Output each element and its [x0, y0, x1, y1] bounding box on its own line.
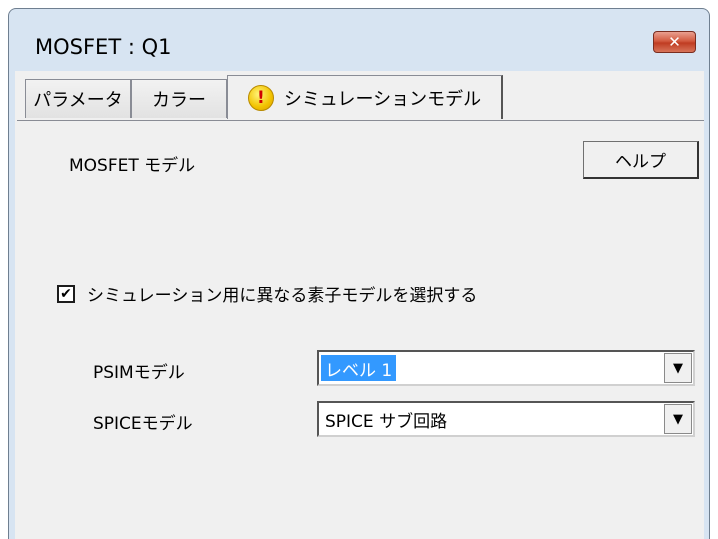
chevron-down-icon: ▼ [673, 411, 683, 427]
help-button[interactable]: ヘルプ [583, 141, 699, 179]
title-bar[interactable]: MOSFET : Q1 ✕ [9, 9, 709, 71]
window-title: MOSFET : Q1 [35, 35, 172, 59]
psim-model-label: PSIMモデル [93, 363, 185, 383]
simulation-model-panel: MOSFET モデル ヘルプ ✔ シミュレーション用に異なる素子モデルを選択する… [17, 120, 704, 538]
dialog-window: MOSFET : Q1 ✕ パラメータ カラー ! シミュレーションモデル MO… [8, 8, 710, 539]
close-button[interactable]: ✕ [653, 31, 696, 53]
tab-simulation-model-label: シミュレーションモデル [283, 88, 482, 110]
different-model-checkbox-label[interactable]: シミュレーション用に異なる素子モデルを選択する [87, 281, 477, 306]
psim-model-value: レベル 1 [321, 355, 397, 381]
tab-color-label: カラー [152, 90, 206, 111]
spice-model-label: SPICEモデル [93, 414, 193, 434]
chevron-down-icon: ▼ [673, 360, 683, 376]
psim-model-select[interactable]: レベル 1 ▼ [317, 350, 695, 386]
checkmark-icon: ✔ [60, 286, 72, 302]
psim-dropdown-button[interactable]: ▼ [664, 353, 692, 383]
mosfet-model-heading: MOSFET モデル [69, 156, 196, 176]
different-model-checkbox[interactable]: ✔ [57, 285, 75, 303]
tab-color[interactable]: カラー [131, 79, 227, 118]
help-button-label: ヘルプ [615, 152, 666, 172]
spice-model-select[interactable]: SPICE サブ回路 ▼ [317, 401, 695, 437]
tab-parameters[interactable]: パラメータ [25, 79, 131, 118]
spice-dropdown-button[interactable]: ▼ [664, 404, 692, 434]
warning-icon: ! [247, 84, 274, 111]
dialog-client-area: パラメータ カラー ! シミュレーションモデル MOSFET モデル ヘルプ ✔… [15, 71, 704, 539]
tab-simulation-model[interactable]: ! シミュレーションモデル [227, 75, 503, 119]
close-icon: ✕ [668, 33, 681, 51]
spice-model-value: SPICE サブ回路 [325, 411, 448, 432]
tab-parameters-label: パラメータ [33, 90, 123, 111]
